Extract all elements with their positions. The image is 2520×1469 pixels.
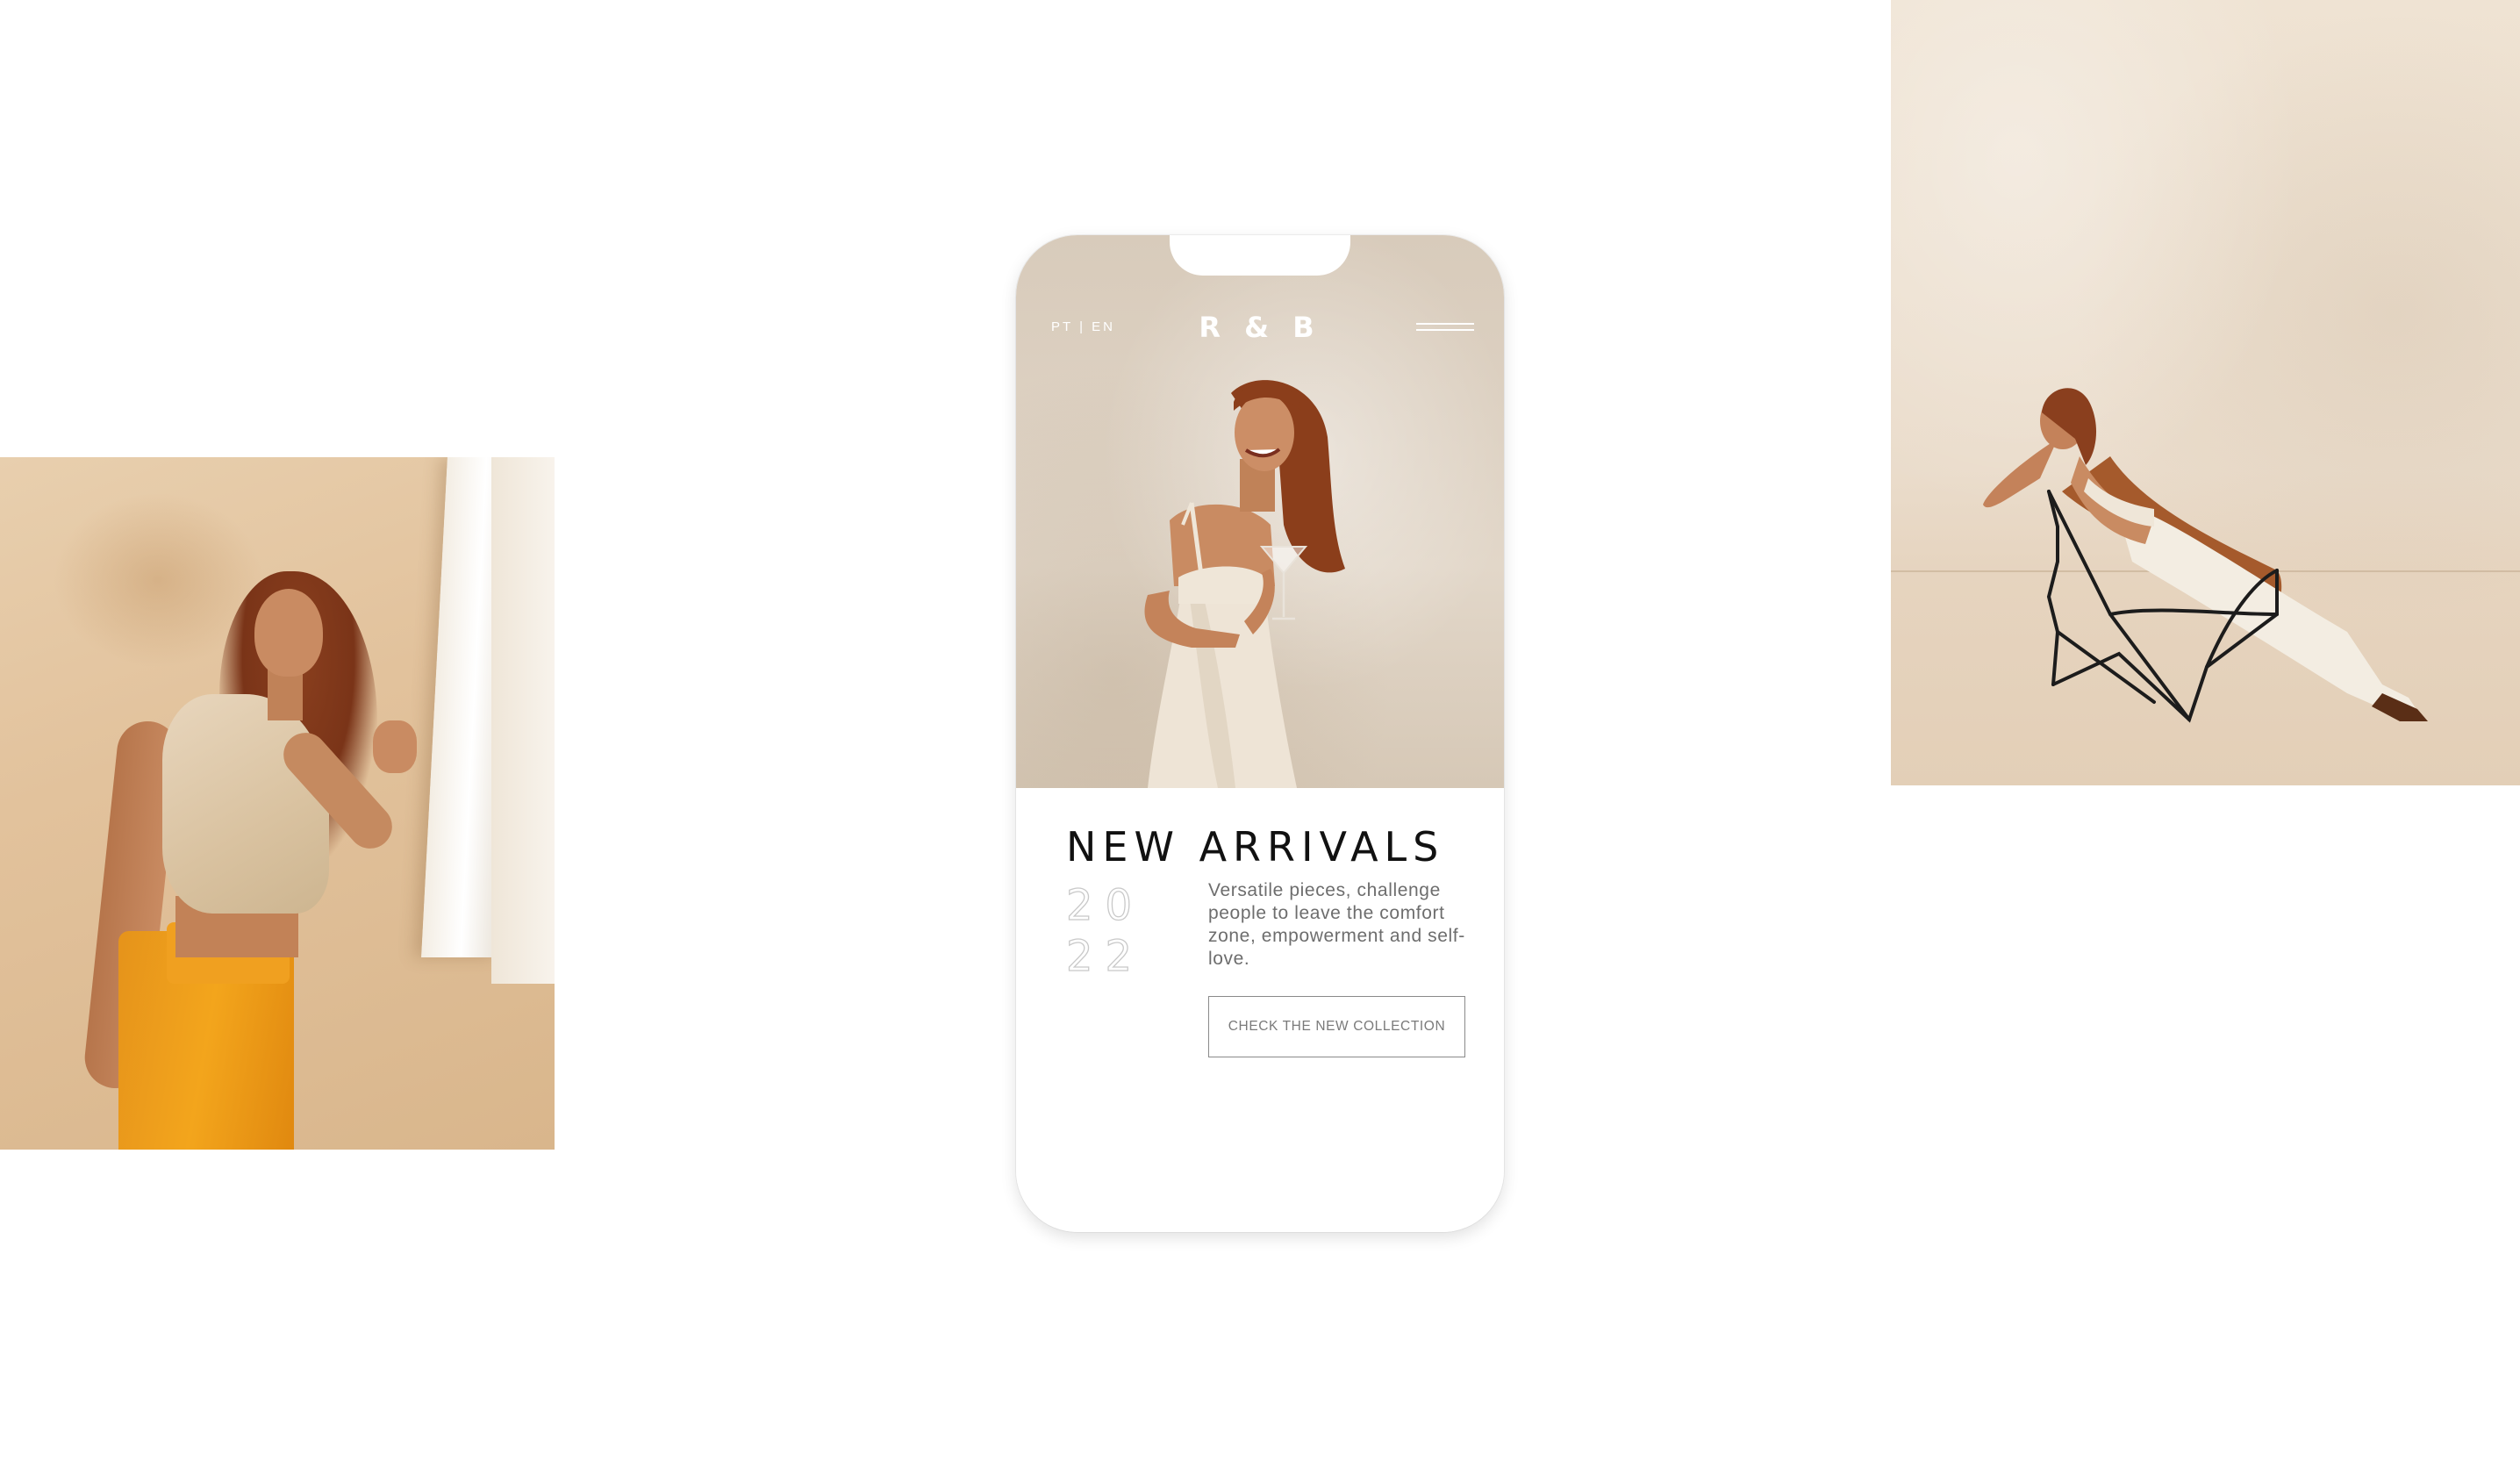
year-line-1: 20 [1065, 880, 1145, 930]
collection-year: 20 22 [1065, 880, 1145, 982]
phone-mockup: PT | EN R & B NEW ARRIVALS 20 22 Versati… [1016, 235, 1504, 1232]
collection-description: Versatile pieces, challenge people to le… [1208, 880, 1465, 969]
phone-header: PT | EN R & B [1016, 311, 1504, 346]
phone-notch [1170, 235, 1350, 276]
new-arrivals-section: NEW ARRIVALS 20 22 Versatile pieces, cha… [1016, 788, 1504, 1232]
showcase-canvas: PT | EN R & B NEW ARRIVALS 20 22 Versati… [0, 0, 2520, 1469]
year-line-2: 22 [1065, 931, 1145, 981]
section-headline: NEW ARRIVALS [1066, 823, 1445, 871]
left-model-photo [0, 457, 555, 1150]
check-collection-button[interactable]: CHECK THE NEW COLLECTION [1208, 996, 1465, 1057]
hamburger-menu-icon[interactable] [1416, 321, 1474, 333]
right-model-photo [1891, 0, 2520, 785]
